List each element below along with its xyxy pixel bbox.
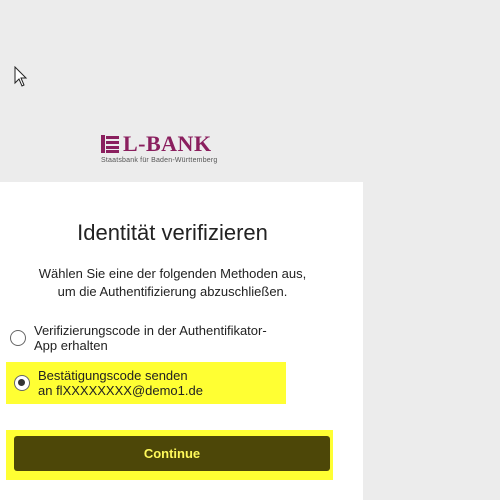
send-code-email-label-line-2: an flXXXXXXXX@demo1.de: [38, 383, 203, 398]
continue-button-highlight: Continue: [6, 430, 333, 480]
mouse-cursor-icon: [14, 66, 28, 87]
authenticator-app-label[interactable]: Verifizierungscode in der Authentifikato…: [34, 323, 267, 353]
verify-identity-card: Identität verifizieren Wählen Sie eine d…: [0, 182, 363, 500]
send-code-email-option[interactable]: Bestätigungscode senden an flXXXXXXXX@de…: [6, 362, 286, 404]
send-code-email-label[interactable]: Bestätigungscode senden an flXXXXXXXX@de…: [38, 368, 203, 398]
send-code-email-label-line-1: Bestätigungscode senden: [38, 368, 188, 383]
logo-subtitle: Staatsbank für Baden-Württemberg: [101, 157, 218, 164]
authenticator-app-label-line-2: App erhalten: [34, 338, 108, 353]
instruction-line-2: um die Authentifizierung abzuschließen.: [57, 284, 288, 299]
instruction-text: Wählen Sie eine der folgenden Methoden a…: [0, 265, 345, 301]
authenticator-app-label-line-1: Verifizierungscode in der Authentifikato…: [34, 323, 267, 338]
send-code-email-radio[interactable]: [14, 375, 30, 391]
l-bank-logo: L-BANK Staatsbank für Baden-Württemberg: [101, 133, 261, 169]
l-bank-emblem-icon: [101, 135, 119, 153]
continue-button[interactable]: Continue: [14, 436, 330, 471]
page-title: Identität verifizieren: [77, 220, 268, 245]
instruction-line-1: Wählen Sie eine der folgenden Methoden a…: [38, 266, 307, 281]
authenticator-app-radio[interactable]: [10, 330, 26, 346]
authenticator-app-option[interactable]: Verifizierungscode in der Authentifikato…: [10, 318, 330, 358]
logo-wordmark: L-BANK: [123, 131, 212, 156]
